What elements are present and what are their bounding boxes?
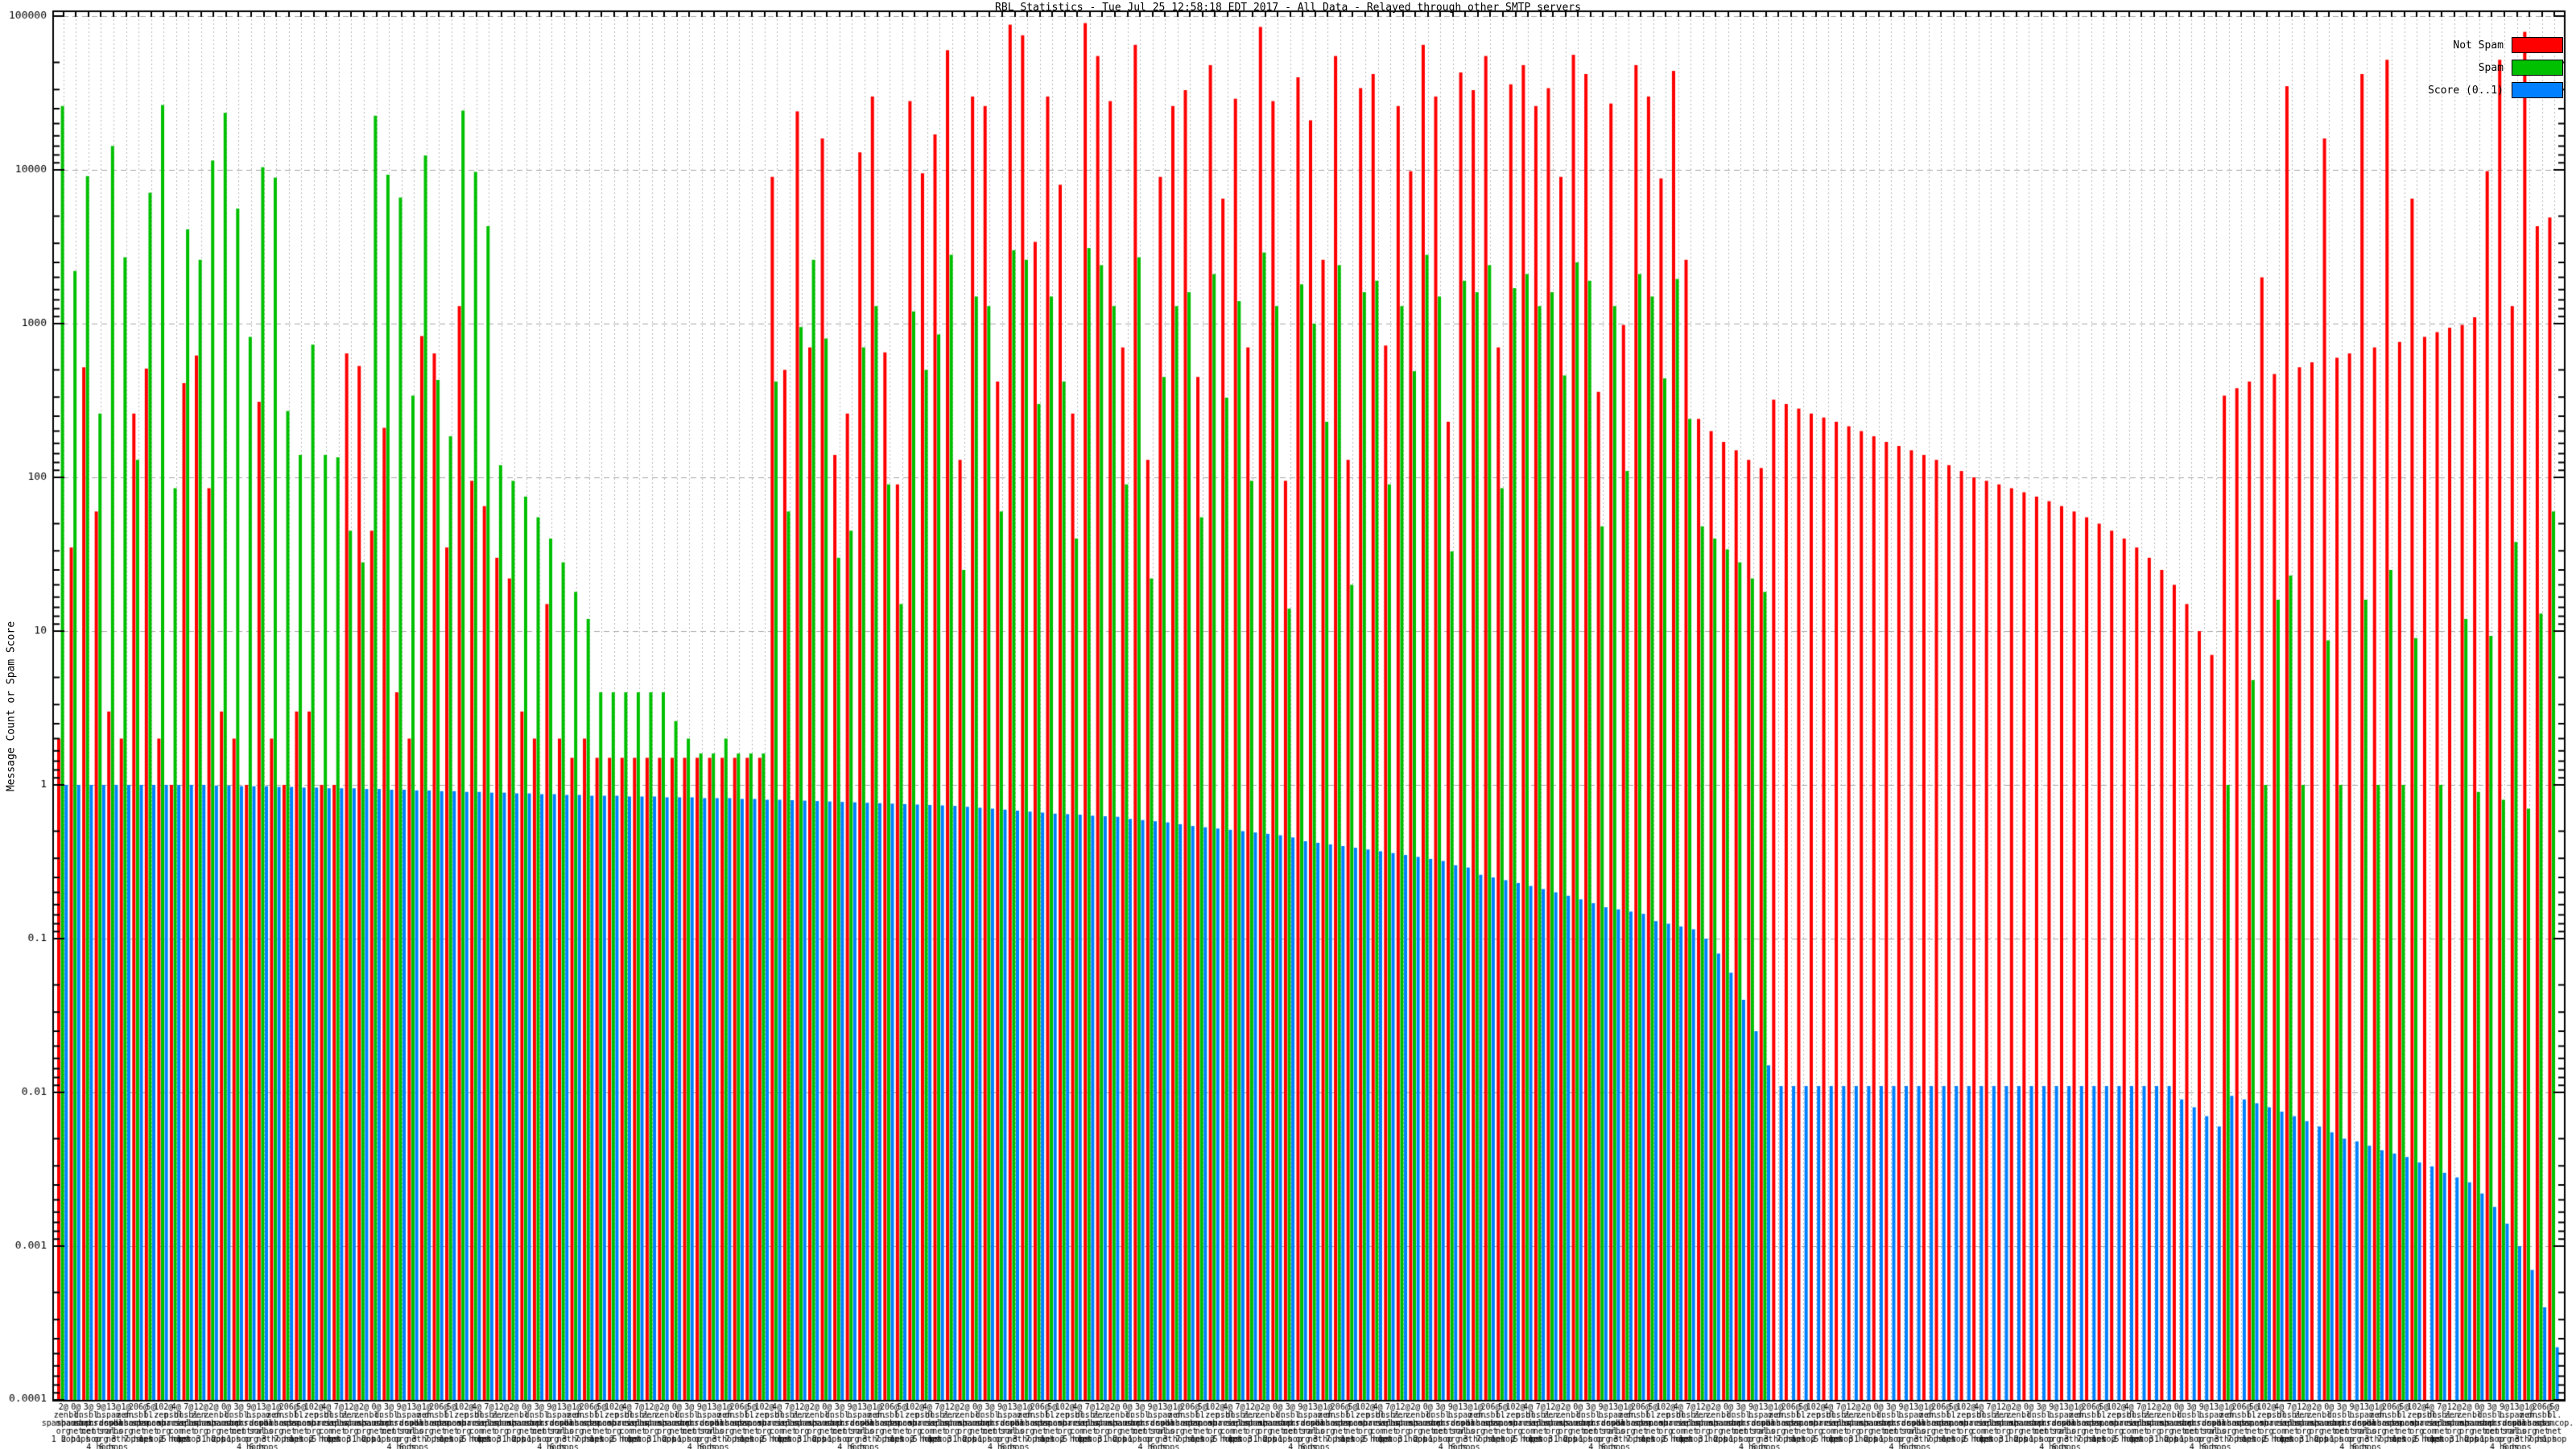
spam-swatch	[2512, 60, 2563, 76]
not-spam-swatch	[2512, 37, 2563, 53]
legend-label-score: Score (0..1)	[2428, 84, 2504, 97]
legend-item-not-spam: Not Spam	[2428, 34, 2563, 56]
chart-title: RBL Statistics - Tue Jul 25 12:58:18 EDT…	[995, 2, 1581, 14]
y-axis-title: Message Count or Spam Score	[5, 621, 18, 792]
rbl-statistics-chart: RBL Statistics - Tue Jul 25 12:58:18 EDT…	[0, 0, 2576, 1449]
legend: Not Spam Spam Score (0..1)	[2428, 34, 2563, 101]
legend-label-not-spam: Not Spam	[2453, 39, 2504, 52]
legend-item-score: Score (0..1)	[2428, 79, 2563, 101]
chart-plot-area	[0, 0, 2576, 1449]
legend-item-spam: Spam	[2428, 56, 2563, 79]
legend-label-spam: Spam	[2478, 61, 2504, 74]
score-swatch	[2512, 82, 2563, 98]
